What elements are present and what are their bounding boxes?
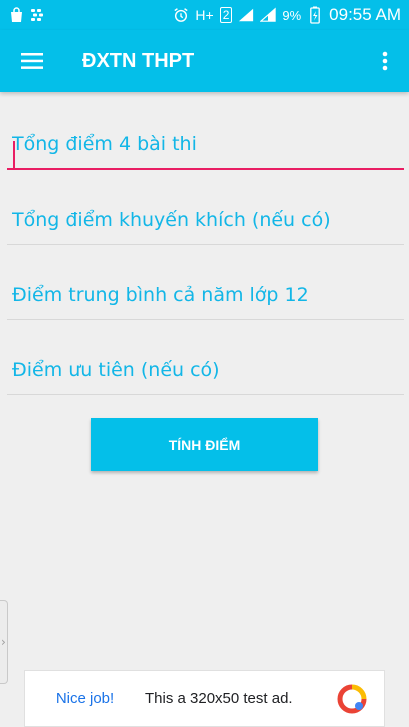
priority-score-field[interactable] [7, 345, 404, 395]
calculate-score-button[interactable]: TÍNH ĐIỂM [91, 418, 318, 471]
total-exam-score-field[interactable] [7, 120, 404, 170]
app-bar: ĐXTN THPT [0, 30, 409, 92]
google-ads-icon [332, 679, 372, 719]
ad-badge-text: Nice job! [55, 690, 115, 707]
grade12-average-field[interactable] [7, 270, 404, 320]
shopping-bag-icon [8, 7, 24, 23]
status-bar-left [8, 7, 46, 23]
status-bar: H+ 2 9% 09:55 AM [0, 0, 409, 30]
status-time: 09:55 AM [329, 5, 401, 24]
hamburger-menu-icon [21, 53, 43, 69]
blackberry-icon [30, 7, 46, 23]
ad-message: This a 320x50 test ad. [145, 690, 293, 707]
battery-percent: 9% [282, 7, 302, 23]
grade12-average-input[interactable] [7, 270, 404, 320]
bonus-score-input[interactable] [7, 195, 404, 245]
bonus-score-field[interactable] [7, 195, 404, 245]
text-cursor [13, 141, 15, 168]
overflow-menu-button[interactable] [361, 30, 409, 92]
battery-charging-icon [307, 6, 323, 24]
network-type: H+ [195, 7, 214, 23]
app-title: ĐXTN THPT [82, 49, 195, 72]
alarm-icon [173, 7, 189, 23]
drawer-handle[interactable]: › [0, 600, 8, 684]
total-exam-score-input[interactable] [7, 120, 404, 170]
status-bar-right: H+ 2 9% 09:55 AM [173, 5, 401, 25]
ad-banner[interactable]: Nice job! This a 320x50 test ad. [24, 670, 385, 727]
hamburger-menu-button[interactable] [0, 30, 64, 92]
signal-icon [238, 7, 254, 23]
signal-icon-2 [260, 7, 277, 23]
sim-slot: 2 [219, 7, 233, 23]
priority-score-input[interactable] [7, 345, 404, 395]
chevron-right-icon: › [1, 635, 6, 649]
more-vertical-icon [382, 51, 388, 71]
